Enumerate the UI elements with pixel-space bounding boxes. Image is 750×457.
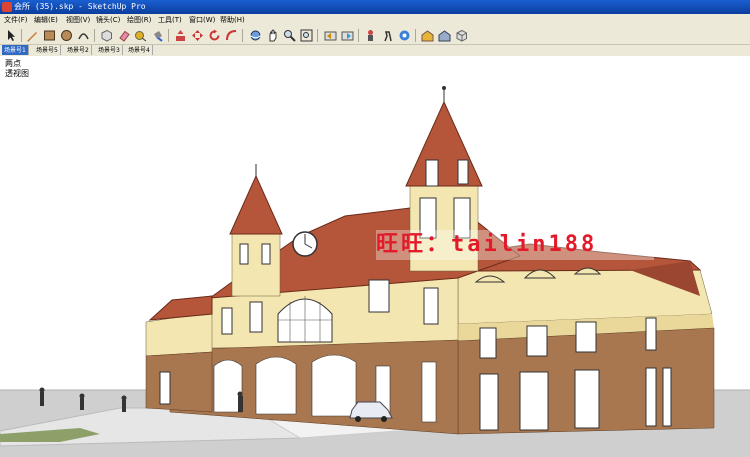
paint-bucket-icon[interactable] [151, 29, 164, 42]
window-title: 会所 (35).skp - SketchUp Pro [14, 2, 146, 11]
menu-file[interactable]: 文件(F) [4, 14, 28, 26]
left-spire [229, 174, 283, 235]
window [662, 367, 672, 427]
toolbar-separator [242, 29, 243, 42]
window [368, 279, 390, 313]
window [574, 369, 600, 429]
window [575, 321, 597, 353]
tab-scene-5[interactable]: 场景号5 [34, 45, 61, 55]
window [519, 371, 549, 431]
window [479, 327, 497, 359]
follow-me-icon[interactable] [225, 29, 238, 42]
get-models-icon[interactable] [421, 29, 434, 42]
zoom-extents-icon[interactable] [300, 29, 313, 42]
menu-edit[interactable]: 编辑(E) [34, 14, 58, 26]
left-tower [231, 231, 281, 297]
window [645, 367, 657, 427]
toolbar-separator [415, 29, 416, 42]
toolbar-separator [21, 29, 22, 42]
menu-view[interactable]: 视图(V) [66, 14, 90, 26]
tape-measure-icon[interactable] [134, 29, 147, 42]
sketchup-app-icon [2, 2, 12, 12]
eraser-icon[interactable] [117, 29, 130, 42]
toolbar-separator [94, 29, 95, 42]
toolbar-separator [168, 29, 169, 42]
model-viewport[interactable]: 两点 透视图 旺旺：tailin188 [0, 56, 750, 457]
menu-camera[interactable]: 镜头(C) [96, 14, 120, 26]
window [479, 373, 499, 431]
main-spire [405, 100, 483, 187]
toolbar [0, 26, 750, 45]
pencil-icon[interactable] [26, 29, 39, 42]
toolbar-separator [317, 29, 318, 42]
previous-view-icon[interactable] [324, 29, 337, 42]
tab-scene-1[interactable]: 场景号1 [2, 45, 29, 55]
share-model-icon[interactable] [438, 29, 451, 42]
rectangle-icon[interactable] [43, 29, 56, 42]
arc-icon[interactable] [77, 29, 90, 42]
next-view-icon[interactable] [341, 29, 354, 42]
look-around-icon[interactable] [398, 29, 411, 42]
tab-scene-2[interactable]: 场景号2 [65, 45, 92, 55]
push-pull-icon[interactable] [174, 29, 187, 42]
menu-draw[interactable]: 绘图(R) [127, 14, 151, 26]
orbit-icon[interactable] [249, 29, 262, 42]
window [423, 287, 439, 325]
pan-icon[interactable] [266, 29, 279, 42]
menu-help[interactable]: 帮助(H) [220, 14, 245, 26]
menu-tools[interactable]: 工具(T) [158, 14, 182, 26]
window [249, 301, 263, 333]
select-icon[interactable] [5, 29, 18, 42]
window [526, 325, 548, 357]
tab-scene-4[interactable]: 场景号4 [126, 45, 153, 55]
components-icon[interactable] [455, 29, 468, 42]
menu-window[interactable]: 窗口(W) [189, 14, 215, 26]
scene-tabs: 场景号1 场景号5 场景号2 场景号3 场景号4 [0, 45, 750, 56]
walk-icon[interactable] [381, 29, 394, 42]
circle-icon[interactable] [60, 29, 73, 42]
title-bar: 会所 (35).skp - SketchUp Pro [0, 0, 750, 14]
zoom-icon[interactable] [283, 29, 296, 42]
menu-bar: 文件(F) 编辑(E) 视图(V) 镜头(C) 绘图(R) 工具(T) 窗口(W… [0, 14, 750, 26]
make-component-icon[interactable] [100, 29, 113, 42]
window [645, 317, 657, 351]
tab-scene-3[interactable]: 场景号3 [96, 45, 123, 55]
move-icon[interactable] [191, 29, 204, 42]
position-camera-icon[interactable] [364, 29, 377, 42]
watermark-overlay: 旺旺：tailin188 [376, 230, 654, 260]
rotate-icon[interactable] [208, 29, 221, 42]
window [221, 307, 233, 335]
toolbar-separator [358, 29, 359, 42]
